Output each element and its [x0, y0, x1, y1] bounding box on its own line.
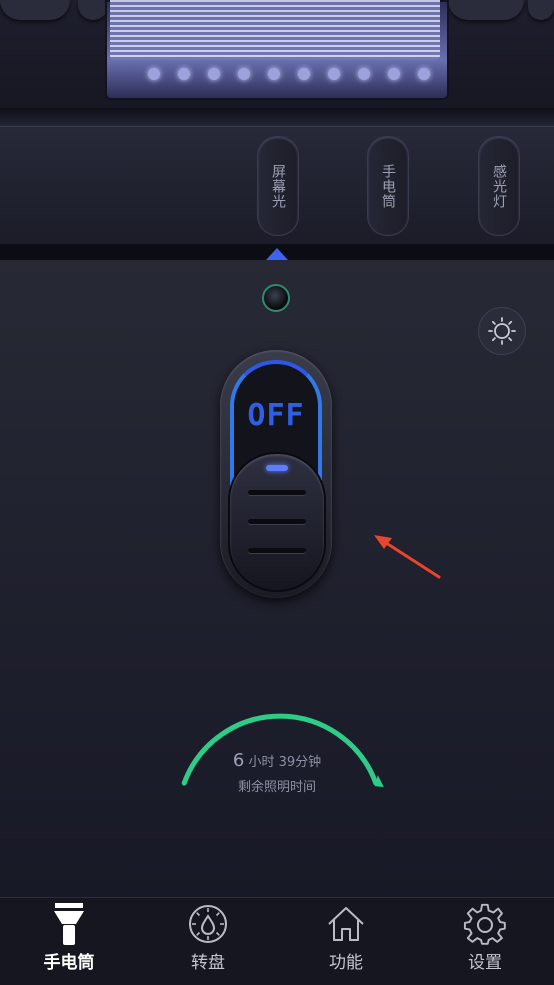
mode-flashlight-button[interactable]: 手电筒: [367, 136, 409, 236]
home-icon: [328, 907, 364, 941]
nav-item-settings[interactable]: 设置: [416, 902, 554, 982]
mode-pointer-icon: [266, 248, 288, 260]
mode-label: 感光灯: [491, 163, 507, 209]
sun-icon: [488, 317, 516, 345]
mode-light-sensor-button[interactable]: 感光灯: [478, 136, 520, 236]
nav-item-dial[interactable]: 转盘: [139, 902, 277, 982]
nav-label: 设置: [468, 953, 502, 973]
lens-side-left: [0, 0, 70, 20]
led-dot: [268, 68, 280, 80]
mode-label: 屏幕光: [270, 163, 286, 209]
remaining-time-caption: 剩余照明时间: [237, 780, 316, 795]
knob-grip-line: [248, 490, 306, 495]
nav-item-flashlight[interactable]: 手电筒: [0, 902, 138, 982]
nav-item-functions[interactable]: 功能: [277, 902, 415, 982]
brightness-button[interactable]: [478, 307, 526, 355]
flashlight-icon: [54, 903, 84, 945]
led-dot: [148, 68, 160, 80]
knob-grip-line: [248, 548, 306, 553]
nav-label: 转盘: [191, 953, 225, 973]
led-dot: [328, 68, 340, 80]
remaining-hours: 6: [232, 750, 245, 771]
knob-led: [266, 465, 288, 471]
dial-icon: [189, 905, 227, 943]
status-indicator-light: [262, 284, 290, 312]
led-dot: [178, 68, 190, 80]
remaining-minutes: 39分钟: [278, 755, 322, 770]
led-dot: [388, 68, 400, 80]
hours-unit: 小时: [248, 755, 275, 770]
nav-label: 手电筒: [43, 953, 95, 973]
mode-label: 手电筒: [380, 163, 396, 209]
led-dot: [358, 68, 370, 80]
gear-icon: [463, 903, 506, 945]
knob-grip-line: [248, 519, 306, 524]
header-divider: [0, 108, 554, 126]
lens-side-right: [448, 0, 524, 20]
led-dot: [418, 68, 430, 80]
led-dot: [298, 68, 310, 80]
led-dot: [208, 68, 220, 80]
lens-reflector: [110, 0, 440, 60]
annotation-arrow-icon: [374, 535, 441, 579]
mode-screen-light-button[interactable]: 屏幕光: [257, 136, 299, 236]
remaining-time: 6 小时 39分钟: [180, 750, 374, 771]
led-dot: [238, 68, 250, 80]
switch-state-label: OFF: [247, 398, 305, 433]
nav-label: 功能: [329, 953, 363, 973]
